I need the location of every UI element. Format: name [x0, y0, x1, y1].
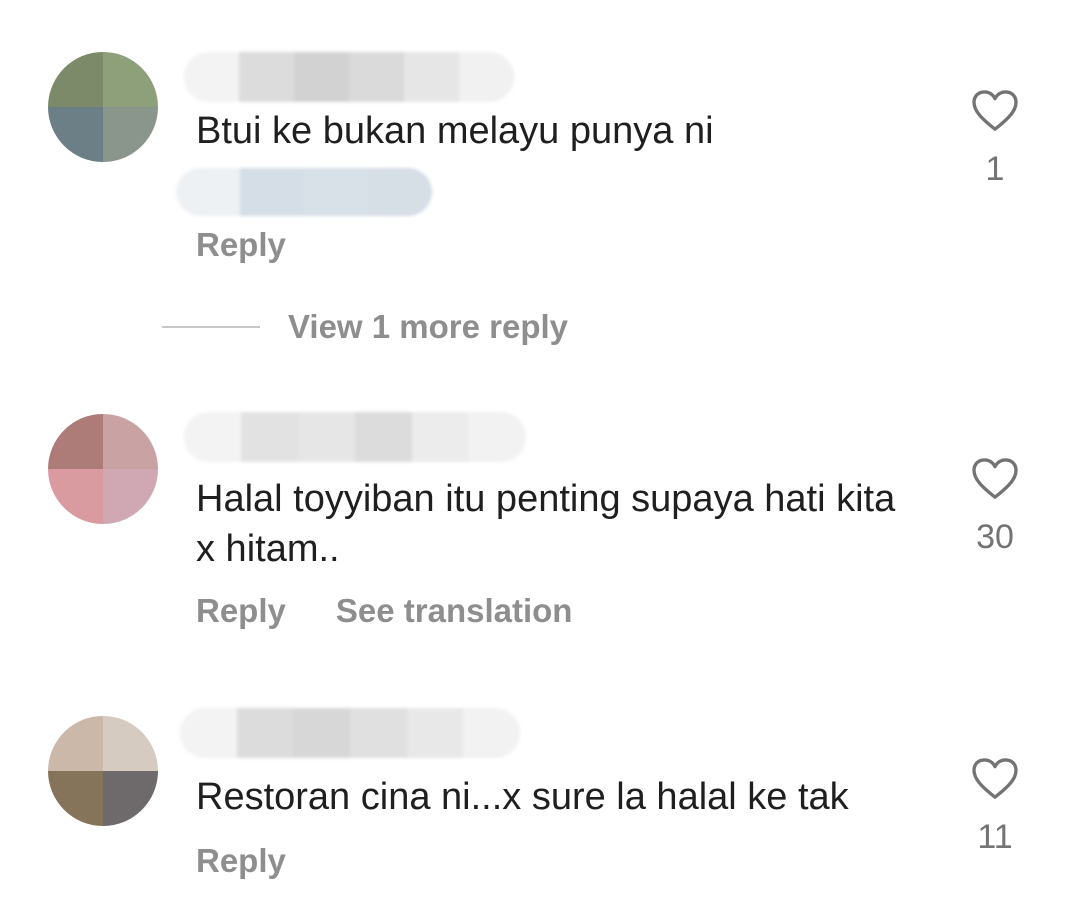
comment-actions: Reply See translation: [196, 592, 572, 630]
like-count: 11: [977, 818, 1013, 856]
see-translation-button[interactable]: See translation: [336, 592, 573, 630]
heart-outline-icon[interactable]: [972, 758, 1018, 800]
username-redacted[interactable]: [180, 708, 520, 758]
reply-button[interactable]: Reply: [196, 226, 286, 264]
heart-outline-icon[interactable]: [972, 90, 1018, 132]
comment-text: Halal toyyiban itu penting supaya hati k…: [196, 478, 896, 570]
username-redacted[interactable]: [184, 412, 526, 462]
like-count: 30: [976, 518, 1014, 556]
reply-thread-line: [162, 326, 260, 328]
view-more-replies-button[interactable]: View 1 more reply: [162, 308, 568, 346]
mention-redacted[interactable]: [176, 168, 432, 216]
comment-text: Restoran cina ni...x sure la halal ke ta…: [196, 776, 849, 818]
avatar[interactable]: [48, 414, 158, 524]
reply-button[interactable]: Reply: [196, 592, 286, 630]
like-count: 1: [985, 150, 1005, 188]
avatar[interactable]: [48, 52, 158, 162]
reply-button[interactable]: Reply: [196, 842, 286, 880]
heart-outline-icon[interactable]: [972, 458, 1018, 500]
avatar[interactable]: [48, 716, 158, 826]
like-control: 1: [960, 90, 1030, 189]
comment-text: Btui ke bukan melayu punya ni: [196, 110, 714, 152]
like-control: 11: [960, 758, 1030, 857]
comment-actions: Reply: [196, 226, 286, 264]
view-more-replies-label: View 1 more reply: [288, 308, 569, 345]
username-redacted[interactable]: [184, 52, 514, 102]
like-control: 30: [960, 458, 1030, 557]
comment-actions: Reply: [196, 842, 286, 880]
